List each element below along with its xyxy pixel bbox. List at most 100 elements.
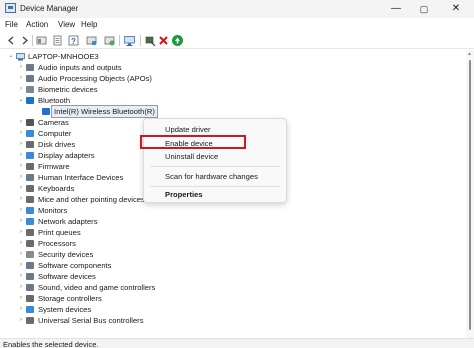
svg-text:?: ? xyxy=(71,37,76,46)
tree-category[interactable]: › Network adapters xyxy=(0,216,200,227)
chevron-right-icon[interactable]: › xyxy=(18,260,24,271)
back-arrow-icon[interactable] xyxy=(5,34,18,47)
tree-category[interactable]: › Biometric devices xyxy=(0,84,200,95)
tree-item-label: Mice and other pointing devices xyxy=(38,195,145,204)
tree-category[interactable]: › Monitors xyxy=(0,205,200,216)
tree-item-label: Keyboards xyxy=(38,184,75,193)
keyboard-icon xyxy=(26,185,34,192)
tree-item-label: Disk drives xyxy=(38,140,76,149)
tree-category[interactable]: › Security devices xyxy=(0,249,200,260)
context-menu: Update driver Enable device Uninstall de… xyxy=(143,118,287,203)
firmware-icon xyxy=(26,163,34,170)
camera-icon xyxy=(26,119,34,126)
chevron-right-icon[interactable]: › xyxy=(18,194,24,205)
tree-item-label: Audio inputs and outputs xyxy=(38,63,122,72)
menu-uninstall-device[interactable]: Uninstall device xyxy=(144,151,286,162)
chevron-right-icon[interactable]: › xyxy=(18,84,24,95)
bluetooth-icon xyxy=(42,108,50,115)
tree-item-label: Bluetooth xyxy=(38,96,71,105)
chevron-right-icon[interactable]: › xyxy=(18,238,24,249)
disk-icon xyxy=(26,141,34,148)
update-driver-icon[interactable] xyxy=(85,34,98,47)
speaker-icon xyxy=(26,284,34,291)
status-bar: Enables the selected device. xyxy=(0,338,474,348)
maximize-button[interactable]: ▢ xyxy=(410,0,438,18)
window-title: Device Manager xyxy=(20,4,79,13)
chevron-right-icon[interactable]: › xyxy=(18,172,24,183)
tree-category[interactable]: › Software devices xyxy=(0,271,200,282)
tree-category[interactable]: › Audio Processing Objects (APOs) xyxy=(0,73,200,84)
menu-action[interactable]: Action xyxy=(24,19,50,31)
menu-help[interactable]: Help xyxy=(79,19,99,31)
computer-name-label: LAPTOP-MNHOOE3 xyxy=(28,52,99,61)
chevron-right-icon[interactable]: › xyxy=(18,227,24,238)
chevron-right-icon[interactable]: › xyxy=(18,304,24,315)
display-icon xyxy=(26,152,34,159)
chevron-right-icon[interactable]: › xyxy=(18,293,24,304)
tree-category[interactable]: › Sound, video and game controllers xyxy=(0,282,200,293)
chevron-right-icon[interactable]: › xyxy=(18,271,24,282)
scroll-thumb[interactable] xyxy=(469,60,471,330)
tree-item-label: Processors xyxy=(38,239,76,248)
chevron-right-icon[interactable]: › xyxy=(18,117,24,128)
chevron-right-icon[interactable]: › xyxy=(18,216,24,227)
menu-view[interactable]: View xyxy=(56,19,77,31)
software-icon xyxy=(26,273,34,280)
tree-category[interactable]: › Universal Serial Bus controllers xyxy=(0,315,200,326)
toolbar-separator xyxy=(140,35,141,46)
chevron-right-icon[interactable]: › xyxy=(18,62,24,73)
tree-category[interactable]: › Processors xyxy=(0,238,200,249)
chevron-right-icon[interactable]: › xyxy=(18,249,24,260)
chevron-right-icon[interactable]: › xyxy=(18,161,24,172)
speaker-icon xyxy=(26,64,34,71)
properties-icon[interactable] xyxy=(51,34,64,47)
tree-child-item[interactable]: Intel(R) Wireless Bluetooth(R) xyxy=(0,105,200,118)
status-text: Enables the selected device. xyxy=(3,340,99,348)
chevron-right-icon[interactable]: › xyxy=(18,139,24,150)
uninstall-x-icon[interactable] xyxy=(157,34,170,47)
toolbar-separator xyxy=(119,35,120,46)
device-manager-app-icon xyxy=(5,3,16,13)
tree-view-icon[interactable] xyxy=(35,34,48,47)
toolbar-separator xyxy=(32,35,33,46)
chevron-right-icon[interactable]: › xyxy=(18,282,24,293)
forward-arrow-icon[interactable] xyxy=(18,34,31,47)
tree-item-label: Human Interface Devices xyxy=(38,173,124,182)
menu-update-driver[interactable]: Update driver xyxy=(144,124,286,135)
disable-device-icon[interactable] xyxy=(144,34,157,47)
chevron-right-icon[interactable]: › xyxy=(18,205,24,216)
chevron-down-icon[interactable]: ⌄ xyxy=(18,95,24,106)
monitor-icon[interactable] xyxy=(123,34,136,47)
tree-category[interactable]: › Software components xyxy=(0,260,200,271)
tree-item-label: Software devices xyxy=(38,272,96,281)
tree-item-label: Monitors xyxy=(38,206,68,215)
close-button[interactable]: ✕ xyxy=(438,0,474,18)
chevron-right-icon[interactable]: › xyxy=(18,315,24,326)
tree-category[interactable]: ⌄ Bluetooth xyxy=(0,95,200,106)
scan-hardware-icon[interactable] xyxy=(103,34,116,47)
chevron-right-icon[interactable]: › xyxy=(18,183,24,194)
minimize-button[interactable]: — xyxy=(382,0,410,18)
tree-root[interactable]: ⌄ LAPTOP-MNHOOE3 xyxy=(0,51,120,62)
tree-item-label: Universal Serial Bus controllers xyxy=(38,316,144,325)
vertical-scrollbar[interactable]: ▲ xyxy=(466,50,474,338)
menu-file[interactable]: File xyxy=(3,19,20,31)
help-icon[interactable]: ? xyxy=(67,34,80,47)
chevron-down-icon[interactable]: ⌄ xyxy=(8,51,14,62)
tree-category[interactable]: › System devices xyxy=(0,304,200,315)
enable-device-icon[interactable] xyxy=(171,34,184,47)
menu-scan-hardware[interactable]: Scan for hardware changes xyxy=(144,171,286,182)
menu-bar: File Action View Help xyxy=(0,19,474,31)
tree-category[interactable]: › Print queues xyxy=(0,227,200,238)
scroll-up-arrow-icon[interactable]: ▲ xyxy=(467,51,472,57)
menu-properties[interactable]: Properties xyxy=(144,189,286,200)
system-icon xyxy=(26,306,34,313)
tree-item-label: Print queues xyxy=(38,228,81,237)
chevron-right-icon[interactable]: › xyxy=(18,150,24,161)
tree-category[interactable]: › Audio inputs and outputs xyxy=(0,62,200,73)
chevron-right-icon[interactable]: › xyxy=(18,128,24,139)
tree-item-label: Biometric devices xyxy=(38,85,98,94)
tree-category[interactable]: › Storage controllers xyxy=(0,293,200,304)
tree-item-label: Storage controllers xyxy=(38,294,102,303)
chevron-right-icon[interactable]: › xyxy=(18,73,24,84)
